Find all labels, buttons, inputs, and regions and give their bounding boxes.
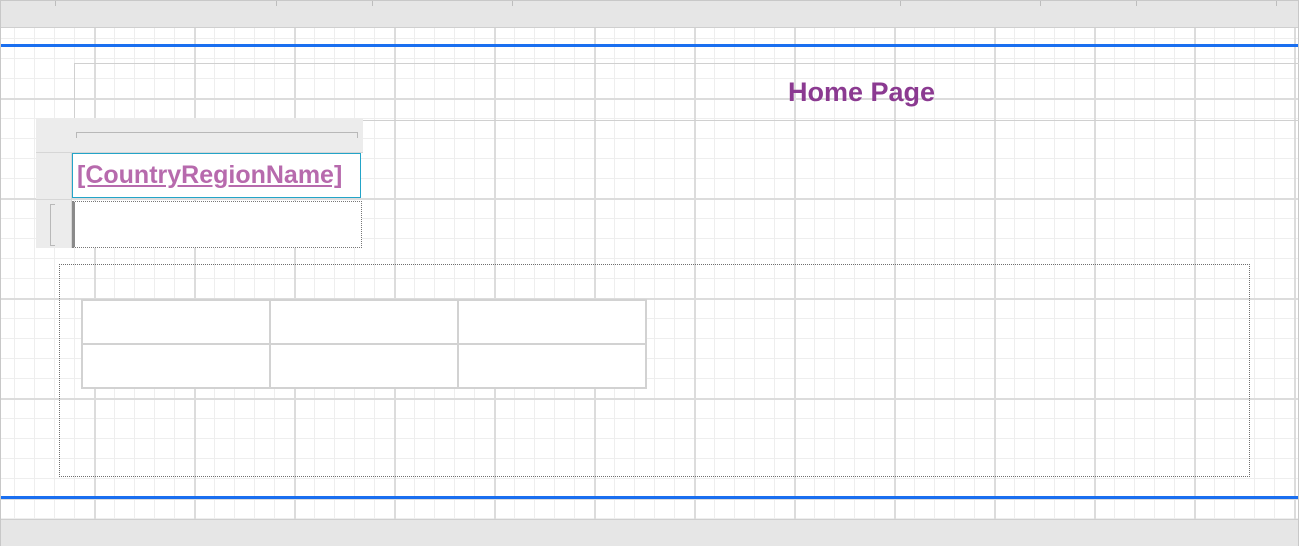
page-footer-band-line[interactable] xyxy=(1,496,1298,499)
page-header-band-line[interactable] xyxy=(1,44,1298,47)
table-cell[interactable] xyxy=(269,299,459,345)
ruler-tick xyxy=(276,1,277,6)
table-cell[interactable] xyxy=(269,343,459,389)
page-title[interactable]: Home Page xyxy=(788,77,935,108)
table-row xyxy=(81,343,647,389)
ruler-tick xyxy=(55,1,56,6)
column-group-bracket xyxy=(76,132,358,138)
top-ruler xyxy=(1,1,1298,28)
ruler-tick xyxy=(372,1,373,6)
detail-cell[interactable] xyxy=(72,201,362,248)
column-handle-row[interactable] xyxy=(71,118,363,153)
page-header-textbox-region[interactable] xyxy=(74,63,1299,121)
row-handle-separator xyxy=(36,152,71,153)
country-region-name-cell[interactable]: [CountryRegionName] xyxy=(72,153,361,198)
bottom-scroll-area[interactable] xyxy=(1,519,1298,546)
ruler-tick xyxy=(1040,1,1041,6)
table-cell[interactable] xyxy=(81,343,271,389)
row-group-bracket xyxy=(50,204,55,246)
row-handle-separator xyxy=(36,199,71,200)
ruler-tick xyxy=(900,1,901,6)
tablix[interactable]: [CountryRegionName] xyxy=(36,118,363,248)
report-design-surface[interactable]: Home Page [CountryRegionName] xyxy=(0,0,1299,546)
ruler-tick xyxy=(1136,1,1137,6)
table-cell[interactable] xyxy=(81,299,271,345)
table-cell[interactable] xyxy=(457,343,647,389)
table-cell[interactable] xyxy=(457,299,647,345)
ruler-tick xyxy=(512,1,513,6)
country-region-name-field[interactable]: [CountryRegionName] xyxy=(77,161,342,190)
ruler-tick xyxy=(1276,1,1277,6)
nested-table[interactable] xyxy=(81,299,647,389)
table-row xyxy=(81,299,647,345)
